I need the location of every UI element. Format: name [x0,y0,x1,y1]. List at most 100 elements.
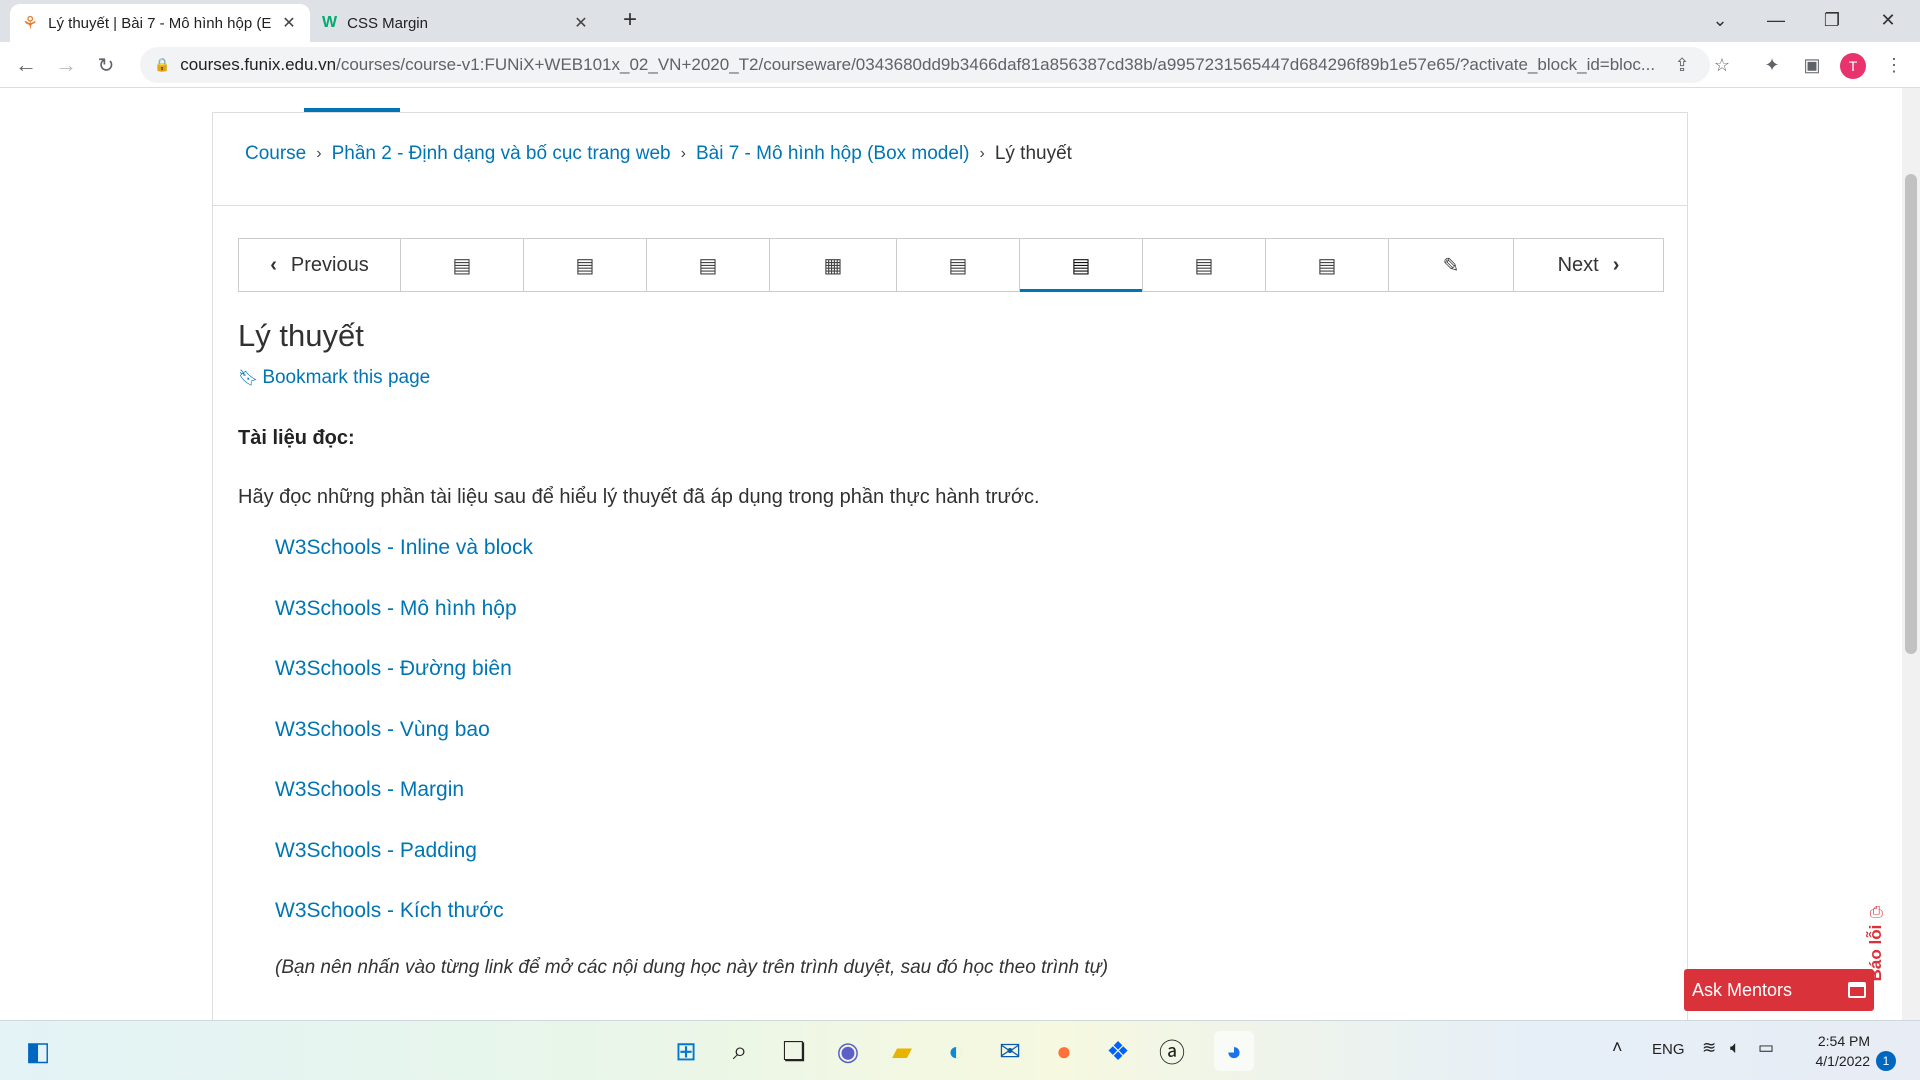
video-icon: ▦ [823,254,843,277]
firefox-icon[interactable]: ● [1044,1031,1084,1071]
unit-tab-2[interactable]: ▤ [524,239,647,291]
study-note: (Bạn nên nhấn vào từng link để mở các nộ… [275,957,1109,978]
previous-label: Previous [290,253,369,276]
breadcrumb: Course › Phần 2 - Định dạng và bố cục tr… [245,143,1072,165]
battery-icon[interactable]: ▭ [1758,1038,1774,1058]
address-bar[interactable]: 🔒 courses.funix.edu.vn /courses/course-v… [140,47,1710,83]
clock[interactable]: 2:54 PM 4/1/2022 [1800,1031,1871,1071]
browser-tab[interactable]: W CSS Margin ✕ [310,4,602,42]
search-icon[interactable]: ⌕ [720,1031,760,1071]
side-panel-icon[interactable]: ▣ [1798,51,1826,79]
chevron-right-icon: › [1612,253,1620,276]
task-view-icon[interactable]: ❏ [774,1031,814,1071]
tab-search-icon[interactable]: ⌄ [1692,0,1748,40]
link-dimensions[interactable]: W3Schools - Kích thước [275,898,533,959]
maximize-button[interactable]: ❐ [1804,0,1860,40]
bookmark-icon: 🔖︎ [238,370,259,387]
tab-title: CSS Margin [347,14,428,32]
menu-icon[interactable]: ⋮ [1880,51,1908,79]
book-icon: ▤ [948,254,968,277]
chevron-right-icon: › [680,145,686,162]
book-icon: ▤ [1071,254,1091,277]
w3schools-icon: W [322,14,338,31]
edge-icon[interactable]: ◐ [936,1031,976,1071]
lock-icon: 🔒 [154,57,171,72]
amazon-icon[interactable]: ⓐ [1152,1031,1192,1071]
link-inline-block[interactable]: W3Schools - Inline và block [275,535,533,596]
sequence-navigation: ‹ Previous ▤ ▤ ▤ ▦ ▤ ▤ ▤ ▤ ✎ Next › [238,238,1664,292]
tab-title: Lý thuyết | Bài 7 - Mô hình hộp (E [48,14,272,32]
chrome-icon[interactable]: ◕ [1214,1031,1254,1071]
bookmark-label: Bookmark this page [262,367,431,388]
start-icon[interactable]: ⊞ [666,1031,706,1071]
funix-icon: ⚘ [22,12,39,33]
dropbox-icon[interactable]: ❖ [1098,1031,1138,1071]
breadcrumb-current: Lý thuyết [994,143,1072,164]
link-padding[interactable]: W3Schools - Padding [275,838,533,899]
link-box-model[interactable]: W3Schools - Mô hình hộp [275,596,533,657]
language-indicator[interactable]: ENG [1652,1041,1685,1058]
minimize-icon[interactable] [1848,982,1866,998]
chevron-right-icon: › [979,145,985,162]
browser-tab-strip: ⚘ Lý thuyết | Bài 7 - Mô hình hộp (E ✕ W… [0,0,1920,42]
ask-mentors-label: Ask Mentors [1692,979,1793,1000]
divider [213,205,1687,206]
next-label: Next [1557,253,1599,276]
unit-tab-7[interactable]: ▤ [1143,239,1266,291]
ask-mentors-button[interactable]: Ask Mentors [1684,969,1874,1011]
star-icon[interactable]: ☆ [1708,51,1736,79]
url-path: /courses/course-v1:FUNiX+WEB101x_02_VN+2… [336,55,1656,74]
scrollbar[interactable] [1902,88,1920,1020]
reload-icon[interactable]: ↻ [90,49,122,81]
unit-tab-9[interactable]: ✎ [1389,239,1514,291]
close-tab-icon[interactable]: ✕ [572,14,590,32]
mail-icon[interactable]: ✉ [990,1031,1030,1071]
course-content: Course › Phần 2 - Định dạng và bố cục tr… [212,112,1688,1020]
book-icon: ▤ [452,254,472,277]
previous-button[interactable]: ‹ Previous [239,239,401,291]
close-tab-icon[interactable]: ✕ [280,14,298,32]
unit-tab-3[interactable]: ▤ [647,239,770,291]
link-outline[interactable]: W3Schools - Vùng bao [275,717,533,778]
reading-heading: Tài liệu đọc: [238,427,355,449]
unit-tab-1[interactable]: ▤ [401,239,524,291]
breadcrumb-section[interactable]: Phần 2 - Định dạng và bố cục trang web [332,143,671,165]
widgets-icon[interactable]: ◧ [18,1031,58,1071]
share-icon[interactable]: ⇪ [1668,51,1696,79]
page-viewport: Course › Phần 2 - Định dạng và bố cục tr… [0,88,1902,1020]
link-border[interactable]: W3Schools - Đường biên [275,656,533,717]
clock-date: 4/1/2022 [1815,1053,1871,1069]
unit-tab-6[interactable]: ▤ [1020,239,1143,292]
scrollbar-thumb[interactable] [1905,174,1917,654]
breadcrumb-subsection[interactable]: Bài 7 - Mô hình hộp (Box model) [696,143,970,165]
avatar[interactable]: T [1840,53,1866,79]
report-icon: ⎙ [1870,904,1883,921]
unit-tab-4[interactable]: ▦ [770,239,897,291]
close-window-button[interactable]: ✕ [1860,0,1916,40]
browser-tab-active[interactable]: ⚘ Lý thuyết | Bài 7 - Mô hình hộp (E ✕ [10,4,310,42]
forward-icon[interactable]: → [50,49,82,81]
chevron-up-icon[interactable]: ˄ [1612,1037,1623,1058]
page-title: Lý thuyết [238,318,364,353]
new-tab-button[interactable]: + [610,0,650,40]
bookmark-button[interactable]: 🔖︎ Bookmark this page [238,367,430,389]
chevron-right-icon: › [316,145,322,162]
minimize-button[interactable]: — [1748,0,1804,40]
clock-time: 2:54 PM [1817,1033,1870,1049]
breadcrumb-course[interactable]: Course [245,143,306,165]
chat-icon[interactable]: ◉ [828,1031,868,1071]
book-icon: ▤ [698,254,718,277]
next-button[interactable]: Next › [1514,239,1663,291]
url-host: courses.funix.edu.vn [180,55,337,74]
file-explorer-icon[interactable]: ▰ [882,1031,922,1071]
link-margin[interactable]: W3Schools - Margin [275,777,533,838]
extensions-icon[interactable]: ✦ [1758,51,1786,79]
wifi-icon[interactable]: ≋ [1702,1038,1716,1058]
back-icon[interactable]: ← [10,49,42,81]
book-icon: ▤ [1317,254,1337,277]
unit-tab-5[interactable]: ▤ [897,239,1020,291]
volume-icon[interactable]: 🔈︎ [1730,1038,1740,1058]
browser-toolbar: ← → ↻ 🔒 courses.funix.edu.vn /courses/co… [0,42,1920,88]
unit-tab-8[interactable]: ▤ [1266,239,1389,291]
notification-badge[interactable]: 1 [1876,1051,1896,1071]
